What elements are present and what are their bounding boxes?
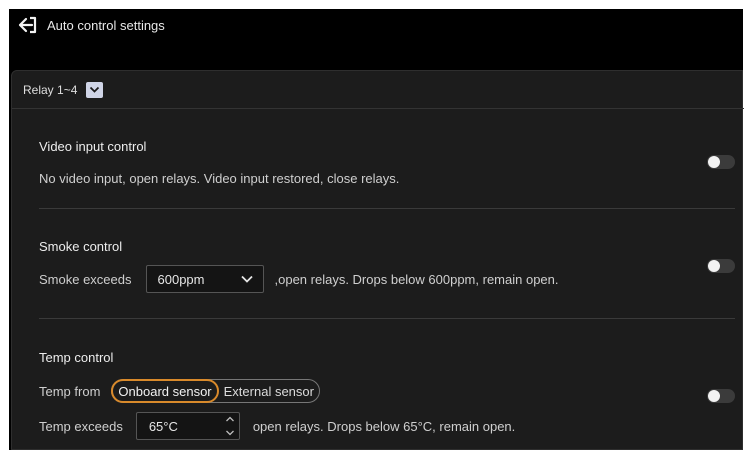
content-area: Relay 1~4 Video input control No video i… — [9, 41, 744, 450]
smoke-threshold-select[interactable]: 600ppm — [145, 265, 264, 293]
smoke-prefix-label: Smoke exceeds — [39, 271, 132, 287]
smoke-toggle[interactable] — [707, 259, 735, 273]
chevron-down-icon[interactable] — [225, 429, 235, 437]
smoke-section: Smoke control Smoke exceeds 600ppm ,open… — [39, 209, 735, 319]
toggle-knob — [708, 156, 720, 168]
temp-threshold-row: Temp exceeds 65°C open relays. Drops bel… — [39, 412, 515, 440]
temp-source-option-external[interactable]: External sensor — [219, 379, 319, 403]
relay-label: Relay 1~4 — [23, 82, 78, 97]
temp-source-label: Temp from — [39, 383, 101, 399]
relay-dropdown-button[interactable] — [86, 81, 104, 98]
smoke-title: Smoke control — [39, 239, 123, 254]
back-button[interactable] — [9, 9, 45, 41]
temp-suffix-label: open relays. Drops below 65°C, remain op… — [252, 418, 516, 434]
video-input-title: Video input control — [39, 139, 147, 154]
page-title: Auto control settings — [47, 17, 165, 33]
chevron-down-icon — [240, 275, 253, 283]
relay-selector-bar: Relay 1~4 — [12, 71, 744, 109]
chevron-up-icon[interactable] — [225, 415, 235, 423]
temp-toggle[interactable] — [707, 389, 735, 403]
temp-threshold-spinbox[interactable]: 65°C — [135, 412, 240, 440]
app-window: Auto control settings Relay 1~4 Video in… — [9, 9, 744, 450]
video-input-description: No video input, open relays. Video input… — [39, 171, 400, 186]
toggle-knob — [708, 390, 720, 402]
temp-source-option-onboard[interactable]: Onboard sensor — [111, 379, 219, 403]
chevron-down-icon — [90, 86, 100, 93]
settings-panel: Relay 1~4 Video input control No video i… — [11, 70, 744, 450]
spin-arrows — [225, 415, 237, 437]
back-arrow-icon — [18, 16, 37, 34]
video-input-section: Video input control No video input, open… — [39, 109, 735, 209]
temp-source-row: Temp from Onboard sensor External sensor — [39, 379, 320, 403]
temp-threshold-value: 65°C — [148, 419, 178, 434]
temp-prefix-label: Temp exceeds — [39, 418, 123, 434]
smoke-threshold-value: 600ppm — [157, 271, 205, 287]
smoke-row: Smoke exceeds 600ppm ,open relays. Drops… — [39, 265, 559, 293]
temp-section: Temp control Temp from Onboard sensor Ex… — [39, 318, 735, 450]
temp-source-segmented-control: Onboard sensor External sensor — [111, 379, 320, 403]
title-bar: Auto control settings — [9, 9, 743, 41]
video-input-toggle[interactable] — [707, 155, 735, 169]
temp-title: Temp control — [39, 350, 114, 365]
toggle-knob — [708, 260, 720, 272]
smoke-suffix-label: ,open relays. Drops below 600ppm, remain… — [274, 271, 559, 287]
